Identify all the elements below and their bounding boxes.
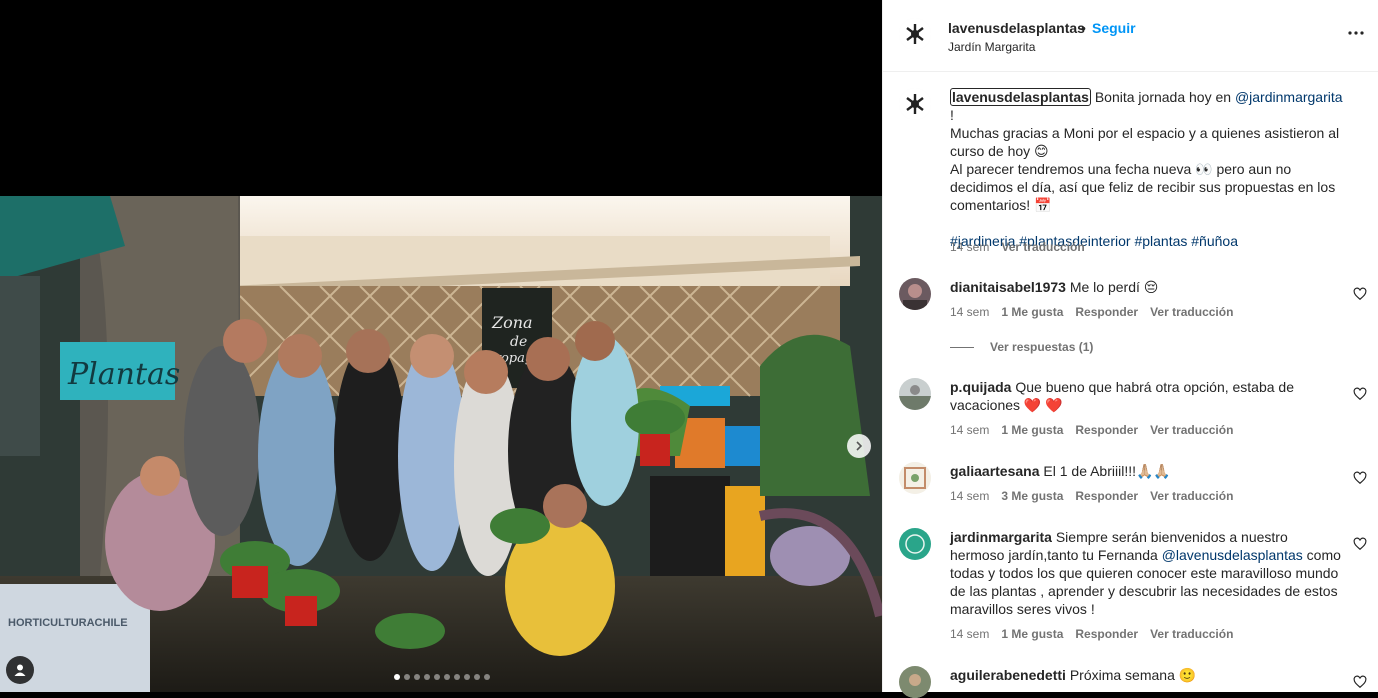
commenter-avatar[interactable]	[899, 666, 931, 698]
carousel-dot	[394, 674, 400, 680]
like-heart-icon[interactable]	[1353, 675, 1367, 689]
translate-link[interactable]: Ver traducción	[1150, 423, 1233, 437]
profile-photo-icon	[899, 528, 931, 560]
comment-likes[interactable]: 1 Me gusta	[1001, 305, 1063, 319]
view-replies-label[interactable]: Ver respuestas (1)	[990, 340, 1093, 354]
user-icon	[14, 664, 26, 676]
caption-translate-link[interactable]: Ver traducción	[1001, 240, 1084, 254]
profile-photo-icon	[899, 666, 931, 698]
comment-username[interactable]: p.quijada	[950, 379, 1011, 395]
more-horizontal-icon	[1348, 31, 1364, 35]
carousel-dot	[404, 674, 410, 680]
view-replies-button[interactable]: Ver respuestas (1)	[950, 340, 1093, 354]
comment-likes[interactable]: 1 Me gusta	[1001, 423, 1063, 437]
caption-avatar[interactable]	[899, 88, 931, 120]
banner-text: HORTICULTURACHILE	[8, 617, 128, 629]
reply-button[interactable]: Responder	[1075, 489, 1138, 503]
comment-text: dianitaisabel1973 Me lo perdí 😔	[950, 278, 1345, 296]
comment-body: Me lo perdí 😔	[1069, 279, 1159, 295]
comment-text: galiaartesana El 1 de Abriiil!!!🙏🏼🙏🏼	[950, 462, 1345, 480]
caption-line1: Bonita jornada hoy en	[1090, 89, 1235, 105]
comment-body: Próxima semana 🙂	[1069, 667, 1197, 683]
comment-username[interactable]: aguilerabenedetti	[950, 667, 1066, 683]
comment-time[interactable]: 14 sem	[950, 627, 989, 641]
caption-line1-end: !	[950, 107, 954, 123]
like-heart-icon[interactable]	[1353, 471, 1367, 485]
carousel-indicator	[394, 674, 490, 680]
caption-meta: 14 sem Ver traducción	[950, 240, 1085, 254]
profile-photo-icon	[899, 378, 931, 410]
post-photo[interactable]: Zona de Propag Plantas HORTICULTURACHILE	[0, 196, 882, 692]
comment-username[interactable]: dianitaisabel1973	[950, 279, 1066, 295]
comment-text: aguilerabenedetti Próxima semana 🙂	[950, 666, 1345, 684]
author-logo-icon	[899, 18, 931, 50]
commenter-avatar[interactable]	[899, 462, 931, 494]
post-location[interactable]: Jardín Margarita	[948, 40, 1035, 54]
comment-meta: 14 sem 1 Me gusta Responder Ver traducci…	[950, 423, 1233, 437]
comment-text: p.quijada Que bueno que habrá otra opció…	[950, 378, 1345, 414]
commenter-avatar[interactable]	[899, 528, 931, 560]
post-header: lavenusdelasplantas • Seguir Jardín Marg…	[883, 0, 1378, 72]
next-photo-button[interactable]	[847, 434, 871, 458]
carousel-dot	[464, 674, 470, 680]
translate-link[interactable]: Ver traducción	[1150, 489, 1233, 503]
carousel-dot	[444, 674, 450, 680]
follow-button[interactable]: Seguir	[1092, 20, 1136, 36]
profile-photo-icon	[899, 278, 931, 310]
tagged-users-button[interactable]	[6, 656, 34, 684]
chevron-right-icon	[856, 441, 863, 451]
carousel-dot	[474, 674, 480, 680]
carousel-dot	[434, 674, 440, 680]
caption-username[interactable]: lavenusdelasplantas	[950, 88, 1091, 106]
commenter-avatar[interactable]	[899, 378, 931, 410]
comment-body: El 1 de Abriiil!!!🙏🏼🙏🏼	[1043, 463, 1171, 479]
comment-meta: 14 sem 3 Me gusta Responder Ver traducci…	[950, 489, 1233, 503]
replies-line	[950, 346, 974, 348]
reply-button[interactable]: Responder	[1075, 423, 1138, 437]
like-heart-icon[interactable]	[1353, 387, 1367, 401]
caption-line3: Al parecer tendremos una fecha nueva 👀 p…	[950, 161, 1336, 213]
separator-dot: •	[1081, 20, 1086, 36]
caption-mention[interactable]: @jardinmargarita	[1235, 89, 1343, 105]
comment-time[interactable]: 14 sem	[950, 305, 989, 319]
carousel-dot	[424, 674, 430, 680]
caption-time[interactable]: 14 sem	[950, 240, 989, 254]
plantas-sign-text: Plantas	[67, 357, 180, 392]
caption-line2: Muchas gracias a Moni por el espacio y a…	[950, 125, 1340, 159]
carousel-dot	[484, 674, 490, 680]
comment-likes[interactable]: 3 Me gusta	[1001, 489, 1063, 503]
board-text-1: Zona	[491, 313, 533, 332]
translate-link[interactable]: Ver traducción	[1150, 305, 1233, 319]
carousel-dot	[454, 674, 460, 680]
comment-username[interactable]: jardinmargarita	[950, 529, 1052, 545]
media-viewer: Zona de Propag Plantas HORTICULTURACHILE	[0, 0, 882, 692]
caption-text: lavenusdelasplantas Bonita jornada hoy e…	[950, 88, 1345, 250]
comment-username[interactable]: galiaartesana	[950, 463, 1040, 479]
author-username[interactable]: lavenusdelasplantas	[948, 20, 1085, 36]
board-text-2: de	[510, 334, 527, 350]
carousel-dot	[414, 674, 420, 680]
comment-meta: 14 sem 1 Me gusta Responder Ver traducci…	[950, 627, 1233, 641]
post-photo-illustration: Zona de Propag Plantas HORTICULTURACHILE	[0, 196, 882, 692]
comment-time[interactable]: 14 sem	[950, 423, 989, 437]
post-side-panel: lavenusdelasplantas • Seguir Jardín Marg…	[882, 0, 1378, 698]
author-avatar[interactable]	[899, 18, 931, 50]
comment-time[interactable]: 14 sem	[950, 489, 989, 503]
like-heart-icon[interactable]	[1353, 537, 1367, 551]
commenter-avatar[interactable]	[899, 278, 931, 310]
author-logo-icon	[899, 88, 931, 120]
more-options-button[interactable]	[1345, 22, 1367, 44]
reply-button[interactable]: Responder	[1075, 305, 1138, 319]
comment-mention[interactable]: @lavenusdelasplantas	[1162, 547, 1303, 563]
comment-text: jardinmargarita Siempre serán bienvenido…	[950, 528, 1345, 618]
like-heart-icon[interactable]	[1353, 287, 1367, 301]
reply-button[interactable]: Responder	[1075, 627, 1138, 641]
translate-link[interactable]: Ver traducción	[1150, 627, 1233, 641]
profile-photo-icon	[899, 462, 931, 494]
comment-likes[interactable]: 1 Me gusta	[1001, 627, 1063, 641]
comment-meta: 14 sem 1 Me gusta Responder Ver traducci…	[950, 305, 1233, 319]
